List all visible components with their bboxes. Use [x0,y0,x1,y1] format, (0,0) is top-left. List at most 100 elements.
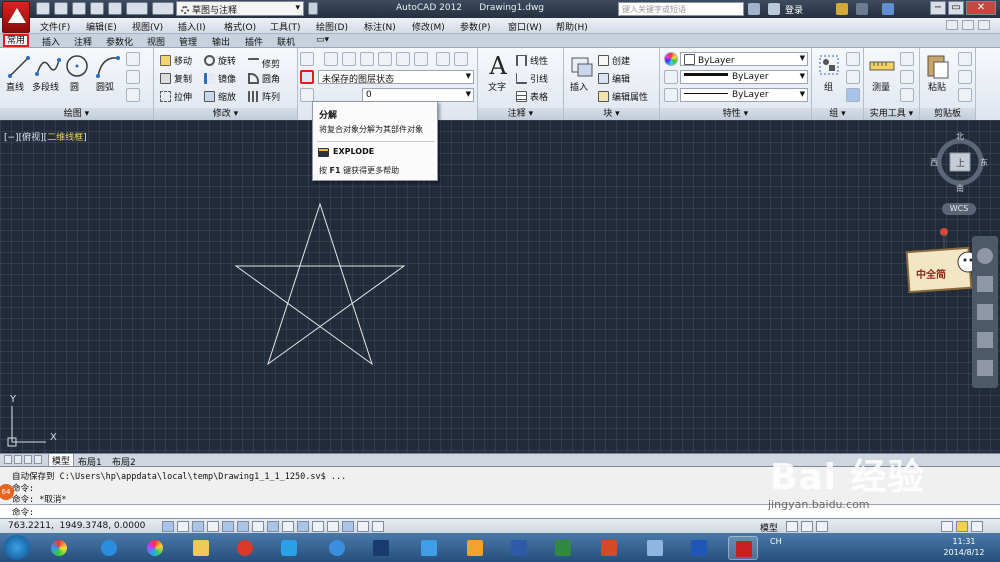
line-icon[interactable] [6,52,34,82]
group-edit-icon[interactable] [846,70,860,84]
text-button[interactable]: 文字 [488,80,506,93]
open-file-icon[interactable] [54,2,68,15]
stretch-button[interactable]: 拉伸 [160,90,192,103]
menu-modify[interactable]: 修改(M) [412,20,445,33]
circle-icon[interactable] [64,52,92,82]
steering-wheel-icon[interactable] [977,248,993,264]
star-icon[interactable] [856,3,868,15]
system-tray[interactable]: CH [770,537,782,546]
group-button[interactable]: 组 [824,80,833,93]
taskbar-app-ppt[interactable] [594,536,624,560]
menu-help[interactable]: 帮助(H) [556,20,588,33]
quick-view-drawings-button[interactable] [801,521,813,532]
match-properties-icon[interactable] [958,88,972,102]
taskbar-app-photoshop[interactable] [366,536,396,560]
viewcube-top-face[interactable]: 上 [956,156,965,169]
annotation-panel-title[interactable]: 注释 ▾ [478,108,563,120]
menu-draw[interactable]: 绘图(D) [316,20,348,33]
viewcube-east[interactable]: 东 [980,157,988,168]
sc-toggle[interactable] [357,521,369,532]
viewport-controls[interactable]: [−][俯视][二维线框] [4,130,87,143]
user-icon[interactable] [768,3,780,15]
menu-view[interactable]: 视图(V) [132,20,163,33]
taskbar-app-word[interactable] [504,536,534,560]
layer-isolate-icon[interactable] [378,52,392,66]
clock[interactable]: 11:31 2014/8/12 [936,536,992,558]
close-button[interactable]: ✕ [966,1,996,15]
taskbar-app-cloud[interactable] [322,536,352,560]
group-select-icon[interactable] [846,88,860,102]
navigation-bar[interactable] [972,236,998,388]
language-indicator[interactable]: CH [770,537,782,546]
tab-home[interactable]: 常用 [3,34,30,47]
qat-dropdown-icon[interactable] [308,2,318,15]
search-input[interactable]: 键入关键字或短语 [618,2,744,16]
linear-button[interactable]: 线性 [516,54,548,67]
array-button[interactable]: 阵列 [248,90,280,103]
last-layout-button[interactable] [34,455,42,464]
taskbar-app-game[interactable] [460,536,490,560]
lineweight-select[interactable]: ByLayer ▼ [680,70,808,84]
clean-screen-button[interactable] [971,521,983,532]
calculator-icon[interactable] [900,88,914,102]
qp-toggle[interactable] [342,521,354,532]
maximize-button[interactable]: ▭ [948,1,964,15]
grid-toggle[interactable] [192,521,204,532]
annotation-scale-button[interactable] [816,521,828,532]
viewcube[interactable]: 北 南 东 西 上 [930,131,988,193]
modify-panel-title[interactable]: 修改 ▾ [154,108,297,120]
login-button[interactable]: 登录 [785,3,803,16]
workspace-switch-button[interactable] [941,521,953,532]
draw-panel-title[interactable]: 绘图 ▾ [0,108,153,120]
arc-icon[interactable] [94,52,122,82]
taskbar-app-paint[interactable] [640,536,670,560]
insert-block-icon[interactable] [568,52,596,82]
menu-dimension[interactable]: 标注(N) [364,20,396,33]
menu-format[interactable]: 格式(O) [224,20,256,33]
menu-insert[interactable]: 插入(I) [178,20,206,33]
edit-attributes-button[interactable]: 编辑属性 [598,90,648,103]
color-wheel-icon[interactable] [664,52,678,66]
rotate-button[interactable]: 旋转 [204,54,236,67]
taskbar-app-excel[interactable] [548,536,578,560]
menu-window[interactable]: 窗口(W) [508,20,542,33]
groups-panel-title[interactable]: 组 ▾ [812,108,863,120]
lineweight-icon[interactable] [664,70,678,84]
circle-button[interactable]: 圆 [70,80,79,93]
prev-layout-button[interactable] [14,455,22,464]
insert-button[interactable]: 插入 [570,80,588,93]
dyn-toggle[interactable] [297,521,309,532]
menu-file[interactable]: 文件(F) [40,20,70,33]
osnap-toggle[interactable] [237,521,249,532]
layer-lock-icon[interactable] [436,52,450,66]
layer-previous-icon[interactable] [360,52,374,66]
doc-minimize-button[interactable] [946,20,958,30]
taskbar-app-autocad[interactable] [728,536,758,560]
tab-manage[interactable]: 管理 [177,35,199,48]
menu-edit[interactable]: 编辑(E) [86,20,117,33]
doc-restore-button[interactable] [962,20,974,30]
taskbar-app-wps[interactable] [684,536,714,560]
copy-button[interactable]: 复制 [160,72,192,85]
taskbar-app-bird[interactable] [414,536,444,560]
layer-unlock-icon[interactable] [454,52,468,66]
tab-plugins[interactable]: 插件 [243,35,265,48]
paste-button[interactable]: 粘贴 [928,80,946,93]
arc-button[interactable]: 圆弧 [96,80,114,93]
menu-tools[interactable]: 工具(T) [270,20,301,33]
polar-toggle[interactable] [222,521,234,532]
exchange-icon[interactable] [836,3,848,15]
create-block-button[interactable]: 创建 [598,54,630,67]
new-file-icon[interactable] [36,2,50,15]
clipboard-panel-title[interactable]: 剪贴板 [920,108,975,120]
taskbar-app-explorer[interactable] [186,536,216,560]
doc-close-button[interactable] [978,20,990,30]
layer-current-select[interactable]: 0 ▼ [362,88,474,102]
copy-clip-icon[interactable] [958,70,972,84]
text-icon[interactable]: A [484,52,512,82]
save-as-icon[interactable] [90,2,104,15]
hatch-icon[interactable] [126,88,140,102]
visual-style-label[interactable]: 二维线框 [47,133,83,143]
measure-button[interactable]: 测量 [872,80,890,93]
next-layout-button[interactable] [24,455,32,464]
